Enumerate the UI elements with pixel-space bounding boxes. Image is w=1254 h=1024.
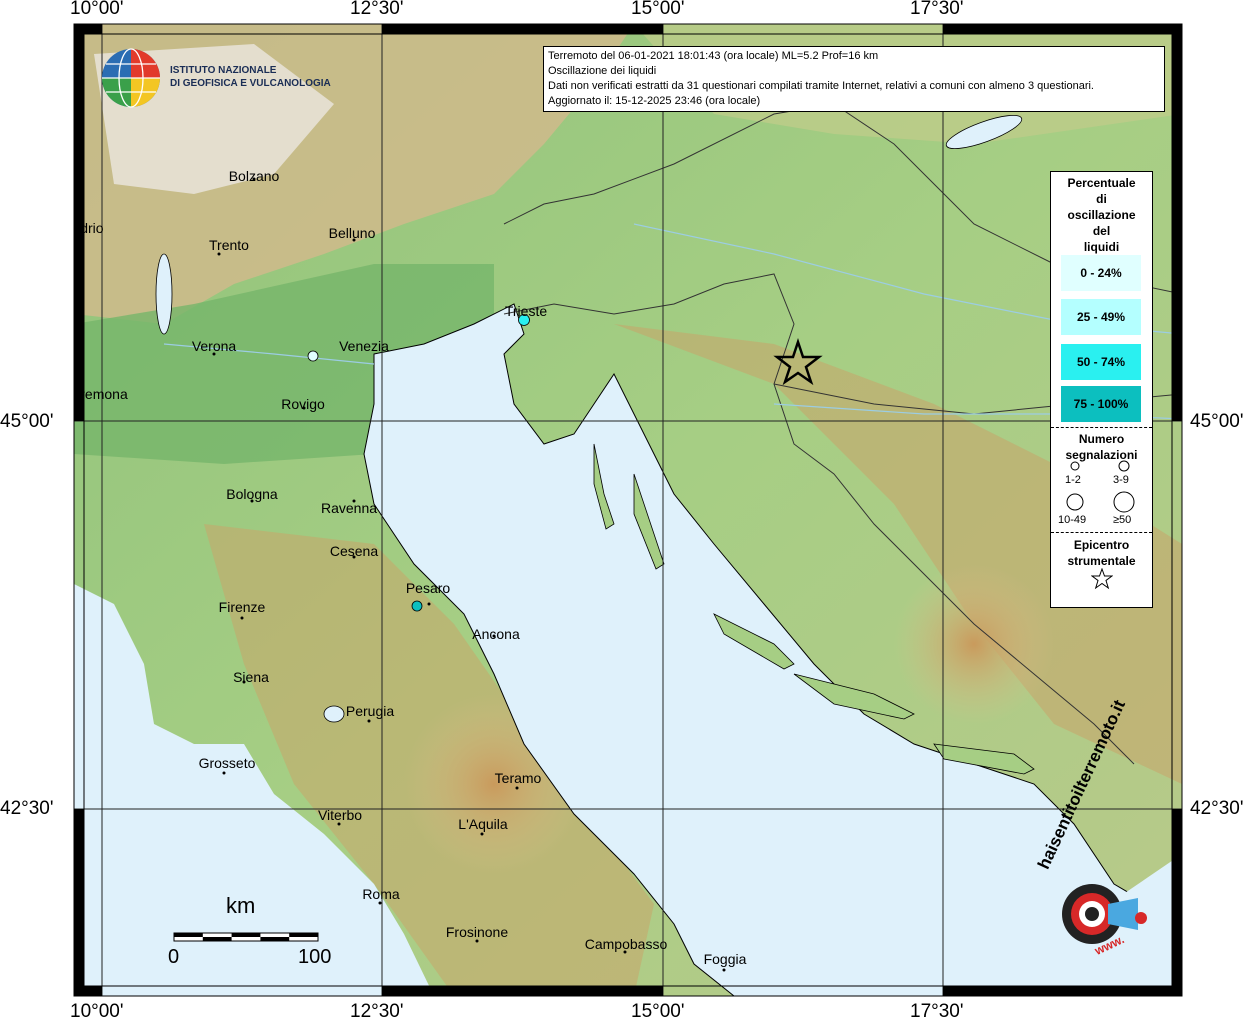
- city-siena: Siena: [233, 669, 269, 685]
- legend-title-line: oscillazione: [1067, 208, 1136, 222]
- city-ancona: Ancona: [472, 626, 520, 642]
- ingv-name: ISTITUTO NAZIONALE DI GEOFISICA E VULCAN…: [170, 64, 331, 90]
- lon-tick-top-1: 10°00': [70, 0, 124, 19]
- legend-count-3-9: 3-9: [1113, 474, 1129, 486]
- lat-tick-left-1: 45°00': [0, 411, 54, 432]
- scale-bar: [173, 932, 319, 942]
- city-venezia: Venezia: [339, 338, 389, 354]
- city-trieste: Trieste: [504, 303, 548, 319]
- legend-count-10-49: 10-49: [1058, 514, 1087, 526]
- legend-count-50: ≥50: [1113, 514, 1132, 526]
- city-bologna: Bologna: [226, 486, 278, 502]
- city-cremona: remona: [80, 386, 128, 402]
- ingv-name-line2: DI GEOFISICA E VULCANOLOGIA: [170, 78, 331, 89]
- scale-zero: 0: [168, 946, 180, 968]
- legend-divider: [1051, 532, 1152, 533]
- legend-star-icon: [1091, 568, 1113, 590]
- lat-tick-left-2: 42°30': [0, 798, 54, 819]
- legend-count-title-line: Numero: [1078, 432, 1125, 446]
- lon-tick-bottom-3: 15°00': [631, 1001, 685, 1022]
- hsit-logo[interactable]: haisentitoilterremoto.it www.: [1028, 697, 1158, 978]
- city-ravenna: Ravenna: [320, 500, 378, 516]
- event-info-box: Terremoto del 06-01-2021 18:01:43 (ora l…: [543, 46, 1165, 112]
- city-sondrio: ndrio: [74, 220, 104, 236]
- event-subtitle: Oscillazione dei liquidi: [548, 65, 657, 77]
- lon-tick-top-4: 17°30': [910, 0, 964, 19]
- city-cesena: Cesena: [329, 543, 379, 559]
- city-grosseto: Grosseto: [198, 755, 256, 771]
- city-roma: Roma: [362, 886, 400, 902]
- legend-title-line: Percentuale: [1067, 176, 1136, 190]
- report-marker-venezia[interactable]: [307, 350, 319, 362]
- city-viterbo: Viterbo: [317, 807, 363, 823]
- legend-swatch-75-100: 75 - 100%: [1061, 386, 1141, 422]
- legend-divider: [1051, 427, 1152, 428]
- city-laquila: L'Aquila: [458, 816, 508, 832]
- legend-swatch-50-74: 50 - 74%: [1061, 344, 1141, 380]
- legend-epi-title: Epicentro strumentale: [1051, 537, 1152, 569]
- city-pesaro: Pesaro: [405, 580, 451, 596]
- legend-swatch-0-24: 0 - 24%: [1061, 255, 1141, 291]
- scale-max: 100: [298, 946, 332, 968]
- city-bolzano: Bolzano: [228, 168, 280, 184]
- lat-tick-right-1: 45°00': [1190, 411, 1244, 432]
- legend-title-line: liquidi: [1083, 240, 1120, 254]
- event-title: Terremoto del 06-01-2021 18:01:43 (ora l…: [548, 50, 879, 62]
- city-campobasso: Campobasso: [584, 936, 668, 952]
- legend-title: Percentuale di oscillazione del liquidi: [1051, 175, 1152, 255]
- lon-tick-bottom-1: 10°00': [70, 1001, 124, 1022]
- ingv-name-line1: ISTITUTO NAZIONALE: [170, 65, 277, 76]
- city-belluno: Belluno: [328, 225, 376, 241]
- city-frosinone: Frosinone: [445, 924, 509, 940]
- legend-count-1-2: 1-2: [1065, 474, 1081, 486]
- event-updated: Aggiornato il: 15-12-2025 23:46 (ora loc…: [548, 95, 761, 107]
- globe-icon: [102, 48, 160, 108]
- legend-title-line: del: [1092, 224, 1111, 238]
- legend-title-line: di: [1096, 192, 1107, 206]
- city-trento: Trento: [209, 237, 249, 253]
- lon-tick-top-2: 12°30': [350, 0, 404, 19]
- city-perugia: Perugia: [345, 703, 395, 719]
- city-verona: Verona: [191, 338, 237, 354]
- event-note: Dati non verificati estratti da 31 quest…: [548, 80, 1094, 92]
- lon-tick-top-3: 15°00': [631, 0, 685, 19]
- legend-swatch-25-49: 25 - 49%: [1061, 299, 1141, 335]
- epicenter-star-icon[interactable]: [773, 338, 823, 386]
- legend: Percentuale di oscillazione del liquidi …: [1050, 171, 1153, 608]
- report-marker-pesaro[interactable]: [411, 600, 423, 612]
- lon-tick-bottom-2: 12°30': [350, 1001, 404, 1022]
- lon-tick-bottom-4: 17°30': [910, 1001, 964, 1022]
- city-teramo: Teramo: [494, 770, 542, 786]
- lat-tick-right-2: 42°30': [1190, 798, 1244, 819]
- ingv-logo: [100, 47, 162, 113]
- hsit-target-icon: [1062, 884, 1147, 944]
- legend-epi-title-line: Epicentro: [1073, 538, 1130, 552]
- city-firenze: Firenze: [218, 599, 266, 615]
- legend-size-circles: [1066, 460, 1135, 513]
- city-rovigo: Rovigo: [281, 396, 325, 412]
- map-canvas[interactable]: Bolzano ndrio Trento Belluno Trieste Ver…: [74, 24, 1182, 996]
- scale-unit: km: [226, 893, 256, 918]
- legend-epi-title-line: strumentale: [1067, 554, 1136, 568]
- city-foggia: Foggia: [703, 951, 747, 967]
